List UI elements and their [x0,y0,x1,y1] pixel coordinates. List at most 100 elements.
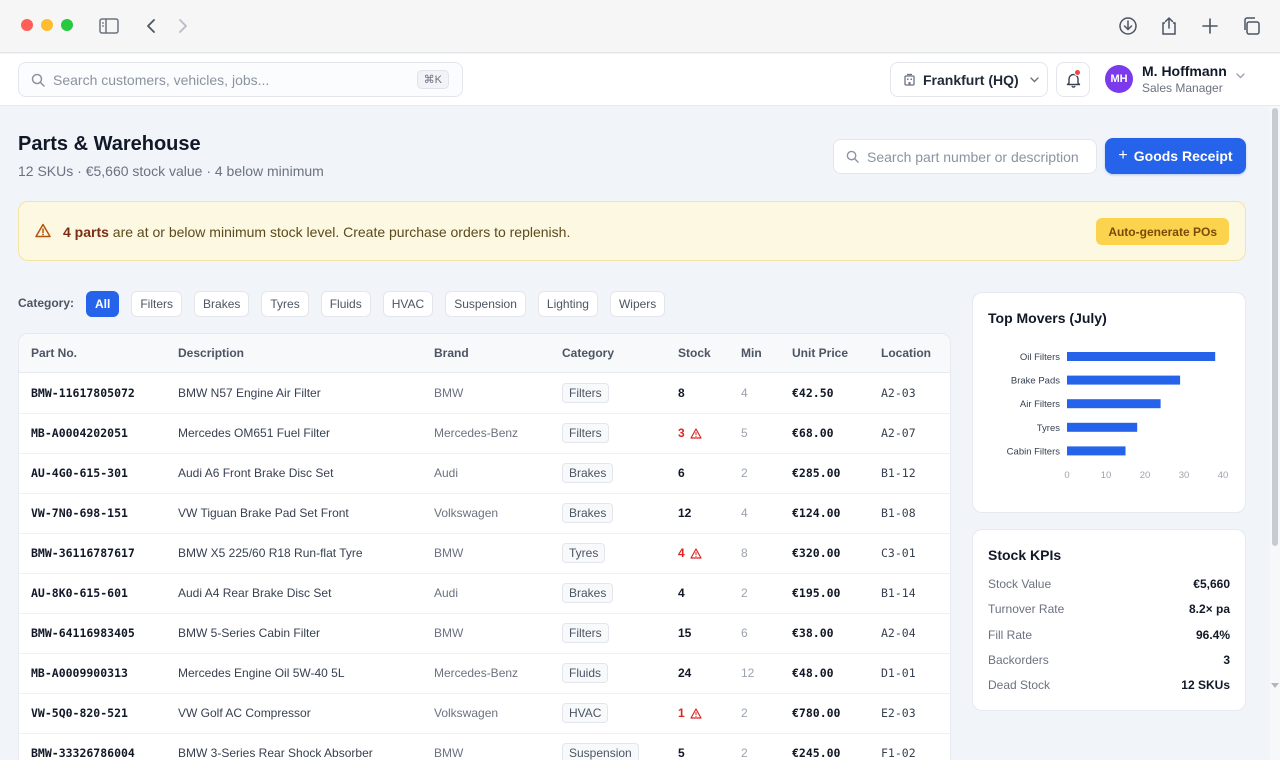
part-brand: Audi [434,466,459,480]
location-selector[interactable]: Frankfurt (HQ) [890,62,1048,97]
category-chip-suspension[interactable]: Suspension [445,291,526,317]
col-part-no[interactable]: Part No. [31,346,77,360]
bar [1067,422,1138,432]
zoom-window-button[interactable] [61,19,73,31]
goods-receipt-button[interactable]: + Goods Receipt [1105,138,1246,174]
category-chip-tyres[interactable]: Tyres [261,291,309,317]
table-row[interactable]: BMW-64116983405 BMW 5-Series Cabin Filter… [19,614,950,654]
share-icon[interactable] [1157,14,1181,38]
kpi-value: 96.4% [1195,627,1230,642]
page-title: Parts & Warehouse [18,133,201,155]
alert-message: 4 parts are at or below minimum stock le… [63,224,570,240]
top-movers-title: Top Movers (July) [988,310,1107,326]
part-number[interactable]: MB-A0009900313 [31,666,128,680]
stock-value: 3 [678,426,685,440]
table-row[interactable]: BMW-33326786004 BMW 3-Series Rear Shock A… [19,734,950,760]
alert-text: are at or below minimum stock level. Cre… [108,224,571,240]
category-chip-wipers[interactable]: Wipers [609,291,666,317]
col-brand[interactable]: Brand [434,346,469,360]
min-stock: 4 [741,506,748,520]
category-tag: Filters [562,423,609,443]
x-tick-label: 30 [1179,470,1190,481]
category-chip-hvac[interactable]: HVAC [382,291,434,317]
table-row[interactable]: MB-A0004202051 Mercedes OM651 Fuel Filter… [19,414,950,454]
col-category[interactable]: Category [562,346,614,360]
back-icon[interactable] [139,14,163,38]
part-number[interactable]: VW-5Q0-820-521 [31,706,128,720]
part-number[interactable]: AU-8K0-615-601 [31,586,128,600]
auto-generate-pos-button[interactable]: Auto-generate POs [1096,218,1229,245]
tab-overview-icon[interactable] [1239,14,1263,38]
avatar[interactable]: MH [1105,65,1133,93]
category-label: Category: [18,296,75,310]
stock-value: 12 [678,506,692,520]
user-name[interactable]: M. Hoffmann [1142,63,1227,79]
scrollbar-thumb[interactable] [1272,108,1278,546]
scroll-down-icon[interactable] [1271,683,1279,689]
category-tag: HVAC [562,703,609,723]
part-number[interactable]: BMW-36116787617 [31,546,135,560]
category-chip-filters[interactable]: Filters [131,291,183,317]
sidebar-toggle-icon[interactable] [97,14,121,38]
part-number[interactable]: BMW-33326786004 [31,746,135,760]
bar-label: Tyres [1037,423,1060,434]
col-unit-price[interactable]: Unit Price [792,346,848,360]
chevron-down-icon [1029,76,1039,82]
stock-level: 1 [678,706,702,720]
app-header: Search customers, vehicles, jobs... ⌘K F… [0,54,1280,106]
table-row[interactable]: AU-4G0-615-301 Audi A6 Front Brake Disc S… [19,454,950,494]
table-row[interactable]: AU-8K0-615-601 Audi A4 Rear Brake Disc Se… [19,574,950,614]
notifications-button[interactable] [1056,62,1090,97]
min-stock: 12 [741,666,755,680]
minimize-window-button[interactable] [41,19,53,31]
bin-location: C3-01 [881,546,916,560]
unit-price: €285.00 [792,466,841,480]
stock-level: 6 [678,466,685,480]
download-icon[interactable] [1116,14,1140,38]
min-stock: 8 [741,546,748,560]
col-location[interactable]: Location [881,346,931,360]
new-tab-icon[interactable] [1198,14,1222,38]
unit-price: €48.00 [792,666,834,680]
min-stock: 6 [741,626,748,640]
kpi-value: 12 SKUs [1181,678,1230,693]
kpi-label: Dead Stock [988,678,1051,693]
unit-price: €38.00 [792,626,834,640]
table-row[interactable]: VW-5Q0-820-521 VW Golf AC Compressor Volks… [19,694,950,734]
part-number[interactable]: BMW-11617805072 [31,386,135,400]
table-row[interactable]: MB-A0009900313 Mercedes Engine Oil 5W-40 … [19,654,950,694]
page-subtitle: 12 SKUs · €5,660 stock value · 4 below m… [18,163,324,179]
kpi-value: 8.2× pa [1188,602,1230,617]
category-chip-fluids[interactable]: Fluids [320,291,371,317]
bin-location: B1-14 [881,586,916,600]
part-number[interactable]: MB-A0004202051 [31,426,128,440]
stock-value: 1 [678,706,685,720]
category-chip-all[interactable]: All [86,291,120,317]
user-role: Sales Manager [1142,81,1223,95]
table-row[interactable]: BMW-36116787617 BMW X5 225/60 R18 Run-fla… [19,534,950,574]
part-brand: BMW [434,746,464,760]
bar-label: Cabin Filters [1007,446,1061,457]
global-search-input[interactable]: Search customers, vehicles, jobs... ⌘K [18,62,463,97]
category-tag: Tyres [562,543,606,563]
close-window-button[interactable] [21,19,33,31]
table-row[interactable]: VW-7N0-698-151 VW Tiguan Brake Pad Set Fr… [19,494,950,534]
part-description: Mercedes OM651 Fuel Filter [178,426,331,440]
chevron-down-icon[interactable] [1236,73,1245,79]
part-brand: Mercedes-Benz [434,426,519,440]
alert-count: 4 parts [63,224,109,240]
category-chip-brakes[interactable]: Brakes [194,291,250,317]
part-number[interactable]: BMW-64116983405 [31,626,135,640]
part-search-input[interactable]: Search part number or description [833,139,1097,174]
kpi-value: 3 [1223,652,1230,667]
forward-icon[interactable] [171,14,195,38]
part-number[interactable]: AU-4G0-615-301 [31,466,128,480]
category-tag: Brakes [562,583,614,603]
col-description[interactable]: Description [178,346,244,360]
category-chip-lighting[interactable]: Lighting [537,291,598,317]
col-min[interactable]: Min [741,346,762,360]
col-stock[interactable]: Stock [678,346,711,360]
bin-location: D1-01 [881,666,916,680]
table-row[interactable]: BMW-11617805072 BMW N57 Engine Air Filter… [19,374,950,414]
part-number[interactable]: VW-7N0-698-151 [31,506,128,520]
